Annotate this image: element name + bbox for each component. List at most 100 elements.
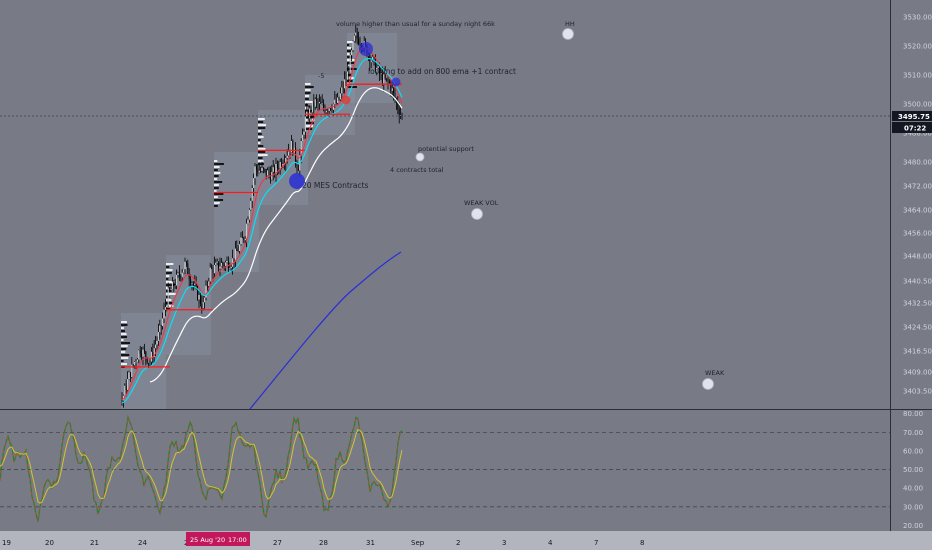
rsi-axis[interactable]: 80.00 70.00 60.00 50.00 40.00 30.00 20.00 [903,410,923,530]
marker-weak-vol[interactable] [471,208,483,220]
volume-profile-bar [258,154,268,156]
candle-body [314,99,316,107]
candle-body [145,351,147,358]
candle-body [351,50,353,56]
candle-body [134,361,136,366]
price-tick-label: 3409.00 [903,369,932,377]
volume-profile-bar [347,47,352,49]
time-tick-label: 2 [456,539,460,547]
volume-profile-bar [214,196,218,198]
candle-body [391,88,393,91]
volume-profile-bar [258,160,264,162]
candle-body [149,361,151,363]
marker-blue-add[interactable] [391,77,401,87]
candle-body [359,44,361,45]
candle-body [176,274,178,286]
candle-body [264,169,266,170]
candle-body [198,295,200,300]
candle-body [150,351,152,362]
time-tick-label: 21 [90,539,99,547]
candle-body [334,99,336,105]
candle-body [248,209,250,220]
candle-body [388,81,390,83]
candle-body [142,349,144,357]
volume-profile-box [121,313,166,409]
candle-body [138,350,140,360]
candle-body [164,307,166,310]
candle-body [204,297,206,303]
marker-blue-entry[interactable] [289,173,305,189]
rsi-tick-label: 20.00 [903,522,923,530]
volume-profile-bar [121,324,128,326]
rsi-tick-label: 80.00 [903,410,923,418]
volume-profile-bar [121,339,124,341]
time-tick-label: 27 [273,539,282,547]
volume-profile-bar [121,333,127,335]
candle-body [174,285,176,287]
candle-body [125,385,127,390]
volume-profile-bar [214,205,218,207]
candle-body [349,55,351,73]
candle-body [337,97,339,104]
volume-profile-bar [121,336,128,338]
volume-profile-bar [121,348,127,350]
marker-potential-support[interactable] [415,152,425,162]
annotation-hh: HH [565,20,575,28]
candle-body [274,167,276,175]
candle-body [197,286,199,300]
candle-body [136,359,138,362]
volume-profile-bar [305,92,311,94]
rsi-tick-label: 50.00 [903,466,923,474]
volume-profile-bar [305,128,313,130]
candle-body [215,262,217,265]
candle-body [267,170,269,176]
candle-body [128,372,130,380]
marker-hh[interactable] [562,28,574,40]
time-axis: 192021242526272831Sep23478 [2,539,644,547]
volume-profile-bar [305,125,313,127]
time-tick-label: 7 [594,539,598,547]
volume-profile-bar [121,357,129,359]
candle-body [129,372,131,377]
candle-body [211,267,213,269]
candle-body [278,167,280,169]
candle-body [199,295,201,304]
candle-body [169,288,171,290]
candle-body [320,101,322,104]
candle-body [288,151,290,156]
chart-canvas[interactable]: volume higher than usual for a sunday ni… [0,0,932,550]
candle-body [240,237,242,245]
marker-blue-top[interactable] [359,42,373,56]
candle-body [323,103,325,108]
time-tick-label: 19 [2,539,11,547]
candle-body [148,361,150,363]
price-tick-label: 3472.00 [903,183,932,191]
price-axis[interactable]: 3530.003520.003510.003500.003488.003480.… [903,14,932,396]
volume-profile-bar [166,269,173,271]
candle-body [386,78,388,80]
candle-body [370,60,372,63]
volume-profile-bar [166,293,176,295]
candle-body [170,289,172,290]
candle-body [206,285,208,287]
volume-profile-bar [166,278,169,280]
candle-body [237,250,239,252]
candle-body [317,100,319,104]
rsi-guides [0,431,890,508]
candle-body [261,168,263,171]
marker-red[interactable] [341,95,351,105]
candle-body [262,168,264,170]
volume-profile-bar [214,160,218,162]
marker-weak[interactable] [702,378,714,390]
volume-profile-bar [305,86,314,88]
candle-body [239,244,241,252]
volume-profile-bar [258,121,264,123]
volume-profile-bar [121,330,125,332]
candle-body [132,364,134,366]
candle-body [212,268,214,274]
candle-body [279,161,281,169]
candle-body [241,237,243,239]
candle-body [191,283,193,284]
rsi-highlight-line [0,416,403,522]
candle-body [244,238,246,241]
